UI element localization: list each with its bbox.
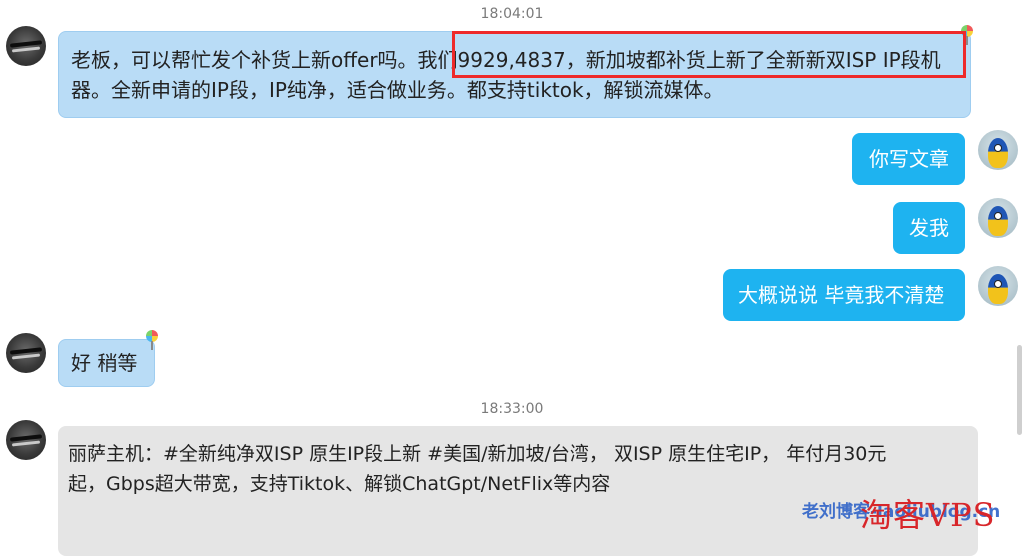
pin-icon bbox=[145, 330, 159, 350]
message-text: 大概说说 毕竟我不清楚 bbox=[738, 283, 945, 307]
watermark-red: 淘客VPS bbox=[860, 496, 996, 534]
message-text-line: 器。全新申请的IP段，IP纯净，适合做业务。都支持tiktok，解锁流媒体。 bbox=[71, 78, 724, 102]
message-text: 你写文章 bbox=[869, 147, 949, 171]
avatar[interactable] bbox=[978, 266, 1018, 306]
outgoing-message-bubble[interactable]: 你写文章 bbox=[852, 133, 965, 185]
incoming-card-message[interactable]: 丽萨主机：#全新纯净双ISP 原生IP段上新 #美国/新加坡/台湾， 双ISP … bbox=[58, 426, 978, 556]
timestamp: 18:33:00 bbox=[480, 401, 544, 417]
avatar[interactable] bbox=[978, 198, 1018, 238]
scrollbar[interactable] bbox=[1017, 345, 1022, 435]
message-text-line: 丽萨主机：#全新纯净双ISP 原生IP段上新 #美国/新加坡/台湾， 双ISP … bbox=[68, 443, 887, 465]
message-text: 发我 bbox=[909, 216, 949, 240]
outgoing-message-bubble[interactable]: 发我 bbox=[893, 202, 965, 254]
avatar[interactable] bbox=[6, 420, 46, 460]
outgoing-message-bubble[interactable]: 大概说说 毕竟我不清楚 bbox=[723, 269, 965, 321]
timestamp: 18:04:01 bbox=[480, 6, 544, 22]
chat-window: 18:04:01 老板，可以帮忙发个补货上新offer吗。我们9929,4837… bbox=[0, 0, 1024, 556]
message-text: 好 稍等 bbox=[71, 351, 138, 375]
avatar[interactable] bbox=[6, 333, 46, 373]
message-text-line: 起，Gbps超大带宽，支持Tiktok、解锁ChatGpt/NetFlix等内容 bbox=[68, 473, 611, 495]
avatar[interactable] bbox=[978, 130, 1018, 170]
highlight-box bbox=[452, 31, 966, 78]
incoming-message-bubble[interactable]: 好 稍等 bbox=[58, 339, 155, 387]
avatar[interactable] bbox=[6, 26, 46, 66]
